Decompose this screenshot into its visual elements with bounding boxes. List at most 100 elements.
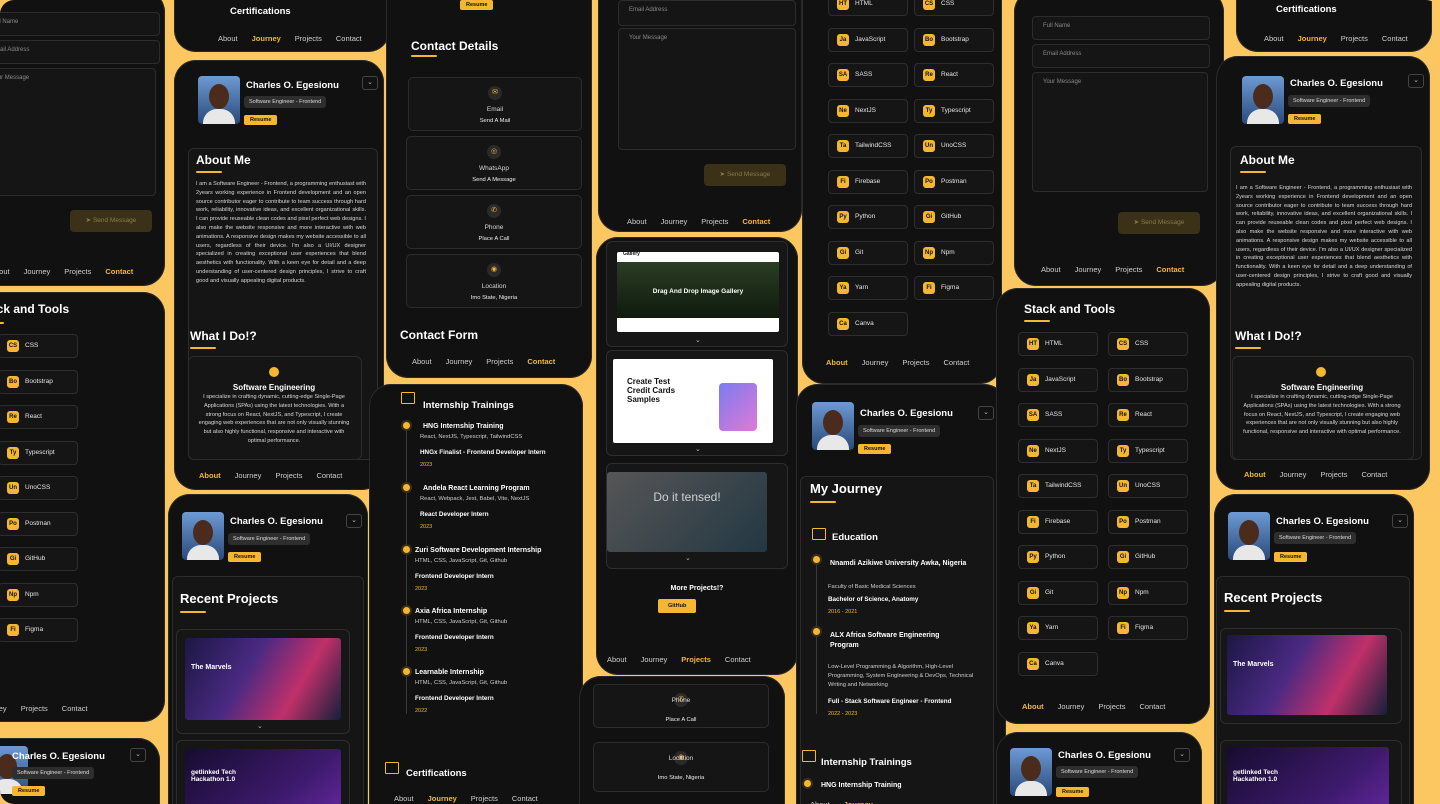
project-card-gallery[interactable]: Gallery Drag And Drop Image Gallery ⌄ [606,241,788,347]
nav-about[interactable]: About [1022,702,1044,711]
nav-about[interactable]: About [627,217,647,226]
tech-card-firebase[interactable]: Fi Firebase [828,169,908,194]
contact-phone[interactable]: ✆ Phone Place A Call [406,195,582,249]
tech-card-python[interactable]: Py Python [1018,545,1098,569]
contact-location[interactable]: ◉ Location Imo State, Nigeria [406,254,582,308]
tech-card-css[interactable]: CS CSS [1108,332,1188,356]
tech-card-html[interactable]: HT HTML [828,0,908,16]
nav-journey[interactable]: Journey [661,217,688,226]
tech-card-python[interactable]: Py Python [828,205,908,229]
resume-button[interactable]: Resume [858,444,892,454]
chevron-down-icon[interactable]: ⌄ [978,406,994,420]
nav-contact[interactable]: Contact [62,704,88,713]
tech-card-unocss[interactable]: Un UnoCSS [0,476,78,500]
tech-card-github[interactable]: Gi GitHub [914,205,994,229]
tech-card-figma[interactable]: Fi Figma [0,618,78,642]
nav-journey[interactable]: Journey [0,704,7,713]
tech-card-unocss[interactable]: Un UnoCSS [1108,474,1188,498]
nav-about[interactable]: About [810,800,830,804]
resume-button[interactable]: Resume [1274,552,1308,562]
tech-card-css[interactable]: CS CSS [0,334,78,358]
email-field[interactable]: Email Address [1032,44,1210,68]
message-field[interactable]: Your Message [0,68,156,196]
tech-card-bootstrap[interactable]: Bo Bootstrap [1108,367,1188,392]
nav-projects[interactable]: Projects [486,357,513,366]
send-message-button[interactable]: ➤ Send Message [704,164,786,186]
chevron-down-icon[interactable]: ⌄ [346,514,362,528]
resume-button[interactable]: Resume [12,786,46,796]
nav-journey[interactable]: Journey [1280,470,1307,479]
nav-about[interactable]: About [826,358,848,367]
chevron-down-icon[interactable]: ⌄ [695,445,701,453]
nav-about[interactable]: About [394,794,414,803]
tech-card-npm[interactable]: Np Npm [1108,580,1188,605]
nav-journey[interactable]: Journey [428,794,457,803]
contact-phone[interactable]: ✆ Phone Place A Call [593,684,769,728]
nav-projects[interactable]: Projects [295,34,322,43]
tech-card-react[interactable]: Re React [1108,403,1188,427]
tech-card-typescript[interactable]: Ty Typescript [0,440,78,465]
full-name-field[interactable]: Full Name [1032,16,1210,40]
message-field[interactable]: Your Message [618,28,796,150]
chevron-down-icon[interactable]: ⌄ [685,554,691,562]
nav-journey[interactable]: Journey [844,800,873,804]
nav-journey[interactable]: Journey [1058,702,1085,711]
nav-about[interactable]: About [1244,470,1266,479]
nav-projects[interactable]: Projects [64,267,91,276]
message-field[interactable]: Your Message [1032,72,1208,192]
project-card-game[interactable]: Do it tensed! ⌄ [606,463,788,569]
tech-card-react[interactable]: Re React [914,63,994,87]
tech-card-css[interactable]: CS CSS [914,0,994,16]
github-button[interactable]: GitHub [658,599,697,613]
tech-card-yarn[interactable]: Ya Yarn [1018,616,1098,640]
nav-journey[interactable]: Journey [235,471,262,480]
nav-journey[interactable]: Journey [24,267,51,276]
chevron-down-icon[interactable]: ⌄ [362,76,378,90]
tech-card-sass[interactable]: SA SASS [1018,403,1098,427]
nav-contact[interactable]: Contact [943,358,969,367]
resume-button[interactable]: Resume [244,115,278,125]
nav-contact[interactable]: Contact [725,655,751,664]
nav-projects[interactable]: Projects [1098,702,1125,711]
nav-about[interactable]: About [0,267,10,276]
nav-contact[interactable]: Contact [527,357,555,366]
tech-card-javascript[interactable]: Ja JavaScript [1018,367,1098,392]
tech-card-git[interactable]: Gi Git [828,240,908,265]
send-message-button[interactable]: ➤ Send Message [70,210,152,232]
nav-journey[interactable]: Journey [641,655,668,664]
nav-journey[interactable]: Journey [252,34,281,43]
contact-whatsapp[interactable]: ◎ WhatsApp Send A Message [406,136,582,190]
tech-card-figma[interactable]: Fi Figma [914,276,994,300]
tech-card-github[interactable]: Gi GitHub [1108,545,1188,569]
chevron-down-icon[interactable]: ⌄ [1392,514,1408,528]
nav-contact[interactable]: Contact [1139,702,1165,711]
contact-location[interactable]: ◉ Location Imo State, Nigeria [593,742,769,792]
nav-journey[interactable]: Journey [862,358,889,367]
tech-card-npm[interactable]: Np Npm [0,582,78,607]
tech-card-javascript[interactable]: Ja JavaScript [828,27,908,52]
resume-button[interactable]: Resume [1288,114,1322,124]
nav-contact[interactable]: Contact [512,794,538,803]
tech-card-postman[interactable]: Po Postman [914,169,994,194]
chevron-down-icon[interactable]: ⌄ [1408,74,1424,88]
chevron-down-icon[interactable]: ⌄ [257,722,263,730]
full-name-field[interactable]: Full Name [0,12,160,36]
tech-card-postman[interactable]: Po Postman [0,511,78,536]
send-message-button[interactable]: ➤ Send Message [1118,212,1200,234]
chevron-down-icon[interactable]: ⌄ [130,748,146,762]
project-card-credit[interactable]: Create Test Credit Cards Samples ⌄ [606,350,788,456]
email-field[interactable]: Email Address [618,0,796,26]
resume-button[interactable]: Resume [460,0,494,10]
nav-about[interactable]: About [199,471,221,480]
nav-about[interactable]: About [412,357,432,366]
tech-card-postman[interactable]: Po Postman [1108,509,1188,534]
tech-card-tailwindcss[interactable]: Ta TailwindCSS [1018,474,1098,498]
nav-projects[interactable]: Projects [681,655,711,664]
nav-contact[interactable]: Contact [1382,34,1408,43]
nav-contact[interactable]: Contact [105,267,133,276]
contact-email[interactable]: ✉ Email Send A Mail [408,77,582,131]
nav-projects[interactable]: Projects [275,471,302,480]
tech-card-git[interactable]: Gi Git [1018,580,1098,605]
tech-card-figma[interactable]: Fi Figma [1108,616,1188,640]
tech-card-unocss[interactable]: Un UnoCSS [914,134,994,158]
